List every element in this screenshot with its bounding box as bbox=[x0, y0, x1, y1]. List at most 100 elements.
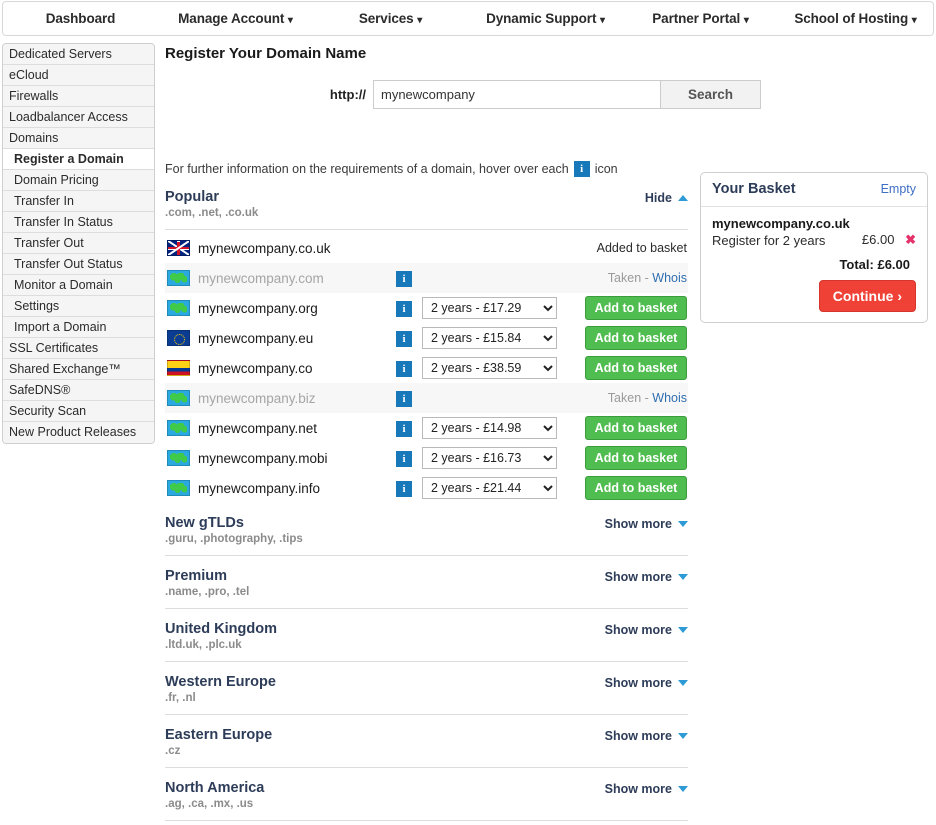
sidebar-item-monitor-a-domain[interactable]: Monitor a Domain bbox=[3, 275, 154, 296]
registration-term-select[interactable]: 2 years - £15.84 bbox=[422, 327, 557, 349]
sidebar-item-transfer-out-status[interactable]: Transfer Out Status bbox=[3, 254, 154, 275]
status-taken-label: Taken - bbox=[607, 391, 653, 405]
section-titles: Popular .com, .net, .co.uk bbox=[165, 189, 258, 219]
sidebar-item-transfer-out[interactable]: Transfer Out bbox=[3, 233, 154, 254]
registration-term-select[interactable]: 2 years - £38.59 bbox=[422, 357, 557, 379]
basket-title: Your Basket bbox=[712, 181, 796, 197]
info-icon[interactable]: i bbox=[396, 450, 412, 467]
globe-flag-icon bbox=[167, 390, 190, 406]
domain-action-slot: Add to basket bbox=[560, 296, 688, 320]
sidebar-item-dedicated-servers[interactable]: Dedicated Servers bbox=[3, 44, 154, 65]
sidebar-item-ecloud[interactable]: eCloud bbox=[3, 65, 154, 86]
info-icon[interactable]: i bbox=[396, 480, 412, 497]
section-toggle-popular[interactable]: Hide bbox=[645, 189, 688, 205]
add-to-basket-button[interactable]: Add to basket bbox=[585, 356, 687, 380]
sidebar-item-import-a-domain[interactable]: Import a Domain bbox=[3, 317, 154, 338]
sidebar-item-shared-exchange[interactable]: Shared Exchange™ bbox=[3, 359, 154, 380]
sidebar-item-loadbalancer-access[interactable]: Loadbalancer Access bbox=[3, 107, 154, 128]
section-toggle-western-europe[interactable]: Show more bbox=[605, 674, 688, 690]
chevron-down-icon bbox=[678, 680, 688, 686]
section-toggle-north-america[interactable]: Show more bbox=[605, 780, 688, 796]
domain-name: mynewcompany.co bbox=[198, 360, 313, 376]
sidebar-item-safedns[interactable]: SafeDNS® bbox=[3, 380, 154, 401]
section-name: North America bbox=[165, 780, 265, 796]
section-header-new-gtlds: New gTLDs .guru, .photography, .tips Show … bbox=[165, 503, 688, 545]
sidebar-item-firewalls[interactable]: Firewalls bbox=[3, 86, 154, 107]
section-toggle-label: Hide bbox=[644, 191, 672, 205]
info-icon[interactable]: i bbox=[396, 270, 412, 287]
chevron-down-icon bbox=[678, 733, 688, 739]
domain-info-slot: i bbox=[396, 480, 422, 497]
domain-term-slot: 2 years - £21.44 bbox=[422, 477, 560, 499]
section-toggle-united-kingdom[interactable]: Show more bbox=[605, 621, 688, 637]
info-icon[interactable]: i bbox=[396, 300, 412, 317]
nav-item-manage-account[interactable]: Manage Account ▾ bbox=[158, 11, 313, 26]
chevron-down-icon bbox=[678, 521, 688, 527]
globe-flag-icon bbox=[167, 450, 190, 466]
section-toggle-label: Show more bbox=[604, 676, 672, 690]
chevron-down-icon: ▾ bbox=[417, 15, 423, 26]
add-to-basket-button[interactable]: Add to basket bbox=[585, 416, 687, 440]
sidebar-item-security-scan[interactable]: Security Scan bbox=[3, 401, 154, 422]
section-toggle-eastern-europe[interactable]: Show more bbox=[605, 727, 688, 743]
basket-panel: Your Basket Empty mynewcompany.co.uk Reg… bbox=[700, 172, 928, 323]
search-button[interactable]: Search bbox=[660, 80, 761, 109]
add-to-basket-button[interactable]: Add to basket bbox=[585, 326, 687, 350]
section-header-western-europe: Western Europe .fr, .nl Show more bbox=[165, 662, 688, 704]
domain-row: mynewcompany.info i 2 years - £21.44 Add to… bbox=[165, 473, 688, 503]
domain-action-slot: Taken - Whois bbox=[560, 271, 688, 285]
remove-item-icon[interactable]: ✖ bbox=[905, 232, 916, 247]
nav-item-school-of-hosting[interactable]: School of Hosting ▾ bbox=[778, 11, 933, 26]
add-to-basket-button[interactable]: Add to basket bbox=[585, 446, 687, 470]
sidebar-item-transfer-in[interactable]: Transfer In bbox=[3, 191, 154, 212]
sidebar-item-transfer-in-status[interactable]: Transfer In Status bbox=[3, 212, 154, 233]
info-icon[interactable]: i bbox=[573, 161, 590, 177]
nav-item-services[interactable]: Services ▾ bbox=[313, 11, 468, 26]
section-subtitle: .ag, .ca, .mx, .us bbox=[165, 798, 254, 810]
whois-link[interactable]: Whois bbox=[652, 391, 687, 405]
info-icon[interactable]: i bbox=[396, 330, 412, 347]
chevron-up-icon bbox=[678, 195, 688, 201]
add-to-basket-button[interactable]: Add to basket bbox=[585, 476, 687, 500]
nav-item-dynamic-support[interactable]: Dynamic Support ▾ bbox=[468, 11, 623, 26]
nav-item-dashboard[interactable]: Dashboard bbox=[3, 11, 158, 26]
registration-term-select[interactable]: 2 years - £16.73 bbox=[422, 447, 557, 469]
chevron-down-icon bbox=[678, 786, 688, 792]
domain-term-slot: 2 years - £15.84 bbox=[422, 327, 560, 349]
nav-item-partner-portal[interactable]: Partner Portal ▾ bbox=[623, 11, 778, 26]
domain-name: mynewcompany.info bbox=[198, 480, 321, 496]
sidebar-item-ssl-certificates[interactable]: SSL Certificates bbox=[3, 338, 154, 359]
domain-action-slot: Add to basket bbox=[560, 476, 688, 500]
domain-row: mynewcompany.com i Taken - Whois bbox=[165, 263, 688, 293]
uk-flag-icon bbox=[167, 240, 190, 256]
info-icon[interactable]: i bbox=[396, 420, 412, 437]
whois-link[interactable]: Whois bbox=[652, 271, 687, 285]
sidebar-item-domains[interactable]: Domains bbox=[3, 128, 154, 149]
domain-search-input[interactable] bbox=[373, 80, 660, 109]
sidebar-item-settings[interactable]: Settings bbox=[3, 296, 154, 317]
sidebar-navigation: Dedicated Servers eCloud Firewalls Loadbala… bbox=[2, 43, 155, 444]
section-toggle-premium[interactable]: Show more bbox=[605, 568, 688, 584]
section-name: Eastern Europe bbox=[165, 727, 273, 743]
domain-row: mynewcompany.net i 2 years - £14.98 Add to … bbox=[165, 413, 688, 443]
domain-row: mynewcompany.co i 2 years - £38.59 Add to b… bbox=[165, 353, 688, 383]
sidebar-item-domain-pricing[interactable]: Domain Pricing bbox=[3, 170, 154, 191]
continue-button[interactable]: Continue › bbox=[818, 280, 916, 312]
page-body: Dedicated Servers eCloud Firewalls Loadbala… bbox=[0, 36, 936, 821]
info-icon[interactable]: i bbox=[396, 360, 412, 377]
section-header-north-america: North America .ag, .ca, .mx, .us Show more bbox=[165, 768, 688, 810]
section-toggle-new-gtlds[interactable]: Show more bbox=[605, 515, 688, 531]
sidebar-item-new-product-releases[interactable]: New Product Releases bbox=[3, 422, 154, 443]
domain-info-slot: i bbox=[396, 420, 422, 437]
info-icon[interactable]: i bbox=[396, 390, 412, 407]
basket-item-price: £6.00 bbox=[861, 232, 895, 247]
registration-term-select[interactable]: 2 years - £21.44 bbox=[422, 477, 557, 499]
sidebar-item-register-a-domain[interactable]: Register a Domain bbox=[3, 149, 154, 170]
chevron-down-icon: ▾ bbox=[287, 15, 293, 26]
registration-term-select[interactable]: 2 years - £14.98 bbox=[422, 417, 557, 439]
nav-item-label: Services bbox=[358, 11, 414, 26]
basket-empty-button[interactable]: Empty bbox=[881, 182, 916, 196]
domain-row: mynewcompany.biz i Taken - Whois bbox=[165, 383, 688, 413]
registration-term-select[interactable]: 2 years - £17.29 bbox=[422, 297, 557, 319]
add-to-basket-button[interactable]: Add to basket bbox=[585, 296, 687, 320]
